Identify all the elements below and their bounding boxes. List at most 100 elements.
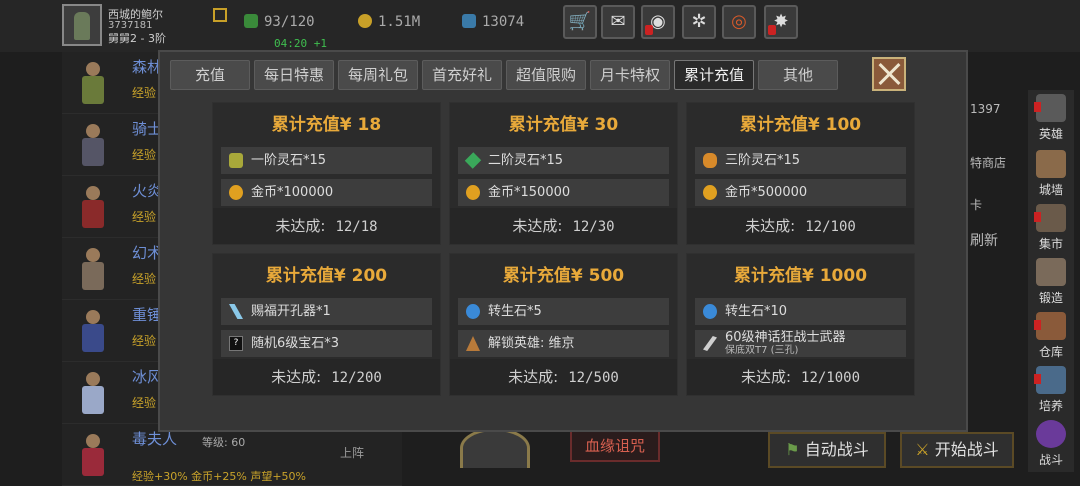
- reward-item[interactable]: 一阶灵石*15: [221, 147, 432, 174]
- color-wheel-icon: ◎: [731, 11, 747, 32]
- mail-button[interactable]: ✉: [601, 5, 635, 39]
- hero-exp: 经验: [132, 396, 157, 410]
- reward-item-text: 60级神话狂战士武器: [725, 330, 846, 345]
- edit-icon[interactable]: [213, 8, 227, 22]
- wheel-button[interactable]: ◎: [722, 5, 756, 39]
- menu-hero-button[interactable]: 英雄: [1028, 90, 1074, 146]
- hero-exp: 经验: [132, 210, 157, 224]
- notification-dot: [1034, 212, 1041, 222]
- emblem-icon[interactable]: [460, 428, 530, 468]
- lightning-icon: [244, 14, 258, 28]
- gold-coin-icon: [229, 185, 243, 200]
- status-label: 未达成:: [512, 217, 563, 235]
- hero-exp: 经验: [132, 272, 157, 286]
- auto-battle-button[interactable]: ⚑ 自动战斗: [768, 432, 886, 468]
- menu-forge-button[interactable]: 锻造: [1028, 254, 1074, 310]
- status-label: 未达成:: [275, 217, 326, 235]
- tab-cumulative-recharge[interactable]: 累计充值: [674, 60, 754, 90]
- shop-cart-button[interactable]: 🛒: [563, 5, 597, 39]
- portal-icon: [1036, 420, 1066, 448]
- start-battle-button[interactable]: ⚔ 开始战斗: [900, 432, 1014, 468]
- side-number: 1397: [970, 102, 1001, 116]
- hero-bonus: 经验+30% 金币+25% 声望+50%: [132, 470, 306, 483]
- gamepad-button[interactable]: ◉: [641, 5, 675, 39]
- reward-grid: 累计充值¥ 18 一阶灵石*15 金币*100000 未达成: 12/18 累计充…: [212, 102, 916, 396]
- status-label: 未达成:: [271, 368, 322, 386]
- reward-item[interactable]: 60级神话狂战士武器 保底双T7 (三孔): [695, 330, 906, 357]
- reward-item[interactable]: 金币*100000: [221, 179, 432, 206]
- status-label: 未达成:: [745, 217, 796, 235]
- reward-item[interactable]: 二阶灵石*15: [458, 147, 669, 174]
- gold-value: 1.51M: [378, 14, 421, 30]
- gold-coin-icon: [466, 185, 480, 200]
- cart-icon: 🛒: [568, 11, 592, 32]
- top-bar: 西城的鲍尔 3737181 舅舅2 - 3阶 93/120 04:20 +1 1…: [0, 0, 1080, 52]
- bloodline-curse-button[interactable]: 血缘诅咒: [570, 430, 660, 462]
- side-card-label: 卡: [970, 198, 983, 212]
- refresh-button[interactable]: 刷新: [970, 230, 998, 250]
- progress-value: 12/100: [805, 219, 856, 235]
- hero-level: 等级: 60: [202, 436, 246, 449]
- modal-tabs: 充值 每日特惠 每周礼包 首充好礼 超值限购 月卡特权 累计充值 其他: [170, 60, 838, 92]
- player-avatar[interactable]: [62, 4, 102, 46]
- reward-card: 累计充值¥ 18 一阶灵石*15 金币*100000 未达成: 12/18: [212, 102, 441, 245]
- progress-value: 12/200: [331, 370, 382, 386]
- menu-label: 培养: [1038, 399, 1063, 413]
- menu-market-button[interactable]: 集市: [1028, 200, 1074, 256]
- tab-limited-offer[interactable]: 超值限购: [506, 60, 586, 90]
- player-rank: 舅舅2 - 3阶: [108, 32, 166, 45]
- weapon-icon: [703, 336, 717, 351]
- hero-sprite: [74, 430, 114, 480]
- status-label: 未达成:: [740, 368, 792, 386]
- stamina-timer: 04:20 +1: [274, 37, 327, 50]
- hero-row[interactable]: 毒夫人 等级: 60 经验+30% 金币+25% 声望+50% 上阵: [62, 424, 402, 486]
- deploy-button[interactable]: 上阵: [340, 444, 364, 461]
- reward-item-text: 赐福开孔器*1: [251, 304, 331, 319]
- menu-label: 集市: [1038, 237, 1063, 251]
- menu-train-button[interactable]: 培养: [1028, 362, 1074, 418]
- event-button[interactable]: ✸: [764, 5, 798, 39]
- card-title: 累计充值¥ 18: [271, 115, 382, 135]
- tab-weekly-pack[interactable]: 每周礼包: [338, 60, 418, 90]
- reward-item[interactable]: ? 随机6级宝石*3: [221, 330, 432, 357]
- hero-sprite: [74, 306, 114, 356]
- hero-sprite: [74, 58, 114, 108]
- tab-monthly-card[interactable]: 月卡特权: [590, 60, 670, 90]
- progress-value: 12/1000: [801, 370, 861, 386]
- gem-stat: 13074: [462, 14, 524, 30]
- reward-item[interactable]: 转生石*5: [458, 298, 669, 325]
- recharge-modal: 充值 每日特惠 每周礼包 首充好礼 超值限购 月卡特权 累计充值 其他 累计充值…: [158, 50, 968, 432]
- menu-wall-button[interactable]: 城墙: [1028, 146, 1074, 202]
- settings-button[interactable]: ✲: [682, 5, 716, 39]
- notification-dot: [768, 25, 776, 35]
- progress-status: 未达成: 12/18: [213, 208, 440, 244]
- reward-item-text: 金币*150000: [488, 185, 571, 200]
- socket-drill-icon: [229, 304, 243, 319]
- reward-item-text: 三阶灵石*15: [725, 153, 801, 168]
- tab-daily-deals[interactable]: 每日特惠: [254, 60, 334, 90]
- menu-battle-button[interactable]: 战斗: [1028, 416, 1074, 472]
- hero-exp: 经验: [132, 148, 157, 162]
- reward-item[interactable]: 金币*150000: [458, 179, 669, 206]
- reward-item[interactable]: 转生石*10: [695, 298, 906, 325]
- tab-first-recharge[interactable]: 首充好礼: [422, 60, 502, 90]
- hero-sprite: [74, 120, 114, 170]
- reward-item-text: 二阶灵石*15: [488, 153, 564, 168]
- reward-item[interactable]: 解锁英雄: 维京: [458, 330, 669, 357]
- progress-status: 未达成: 12/30: [450, 208, 677, 244]
- reward-item-text: 金币*500000: [725, 185, 808, 200]
- reward-card: 累计充值¥ 30 二阶灵石*15 金币*150000 未达成: 12/30: [449, 102, 678, 245]
- card-title: 累计充值¥ 100: [739, 115, 862, 135]
- reward-item[interactable]: 三阶灵石*15: [695, 147, 906, 174]
- close-button[interactable]: [872, 57, 906, 91]
- side-shop-label[interactable]: 特商店: [970, 154, 1006, 171]
- tab-recharge[interactable]: 充值: [170, 60, 250, 90]
- reward-item[interactable]: 赐福开孔器*1: [221, 298, 432, 325]
- menu-storage-button[interactable]: 仓库: [1028, 308, 1074, 364]
- tab-other[interactable]: 其他: [758, 60, 838, 90]
- reward-item-text: 解锁英雄: 维京: [488, 336, 575, 351]
- notification-dot: [1034, 320, 1041, 330]
- reward-card: 累计充值¥ 1000 转生石*10 60级神话狂战士武器 保底双T7 (三孔) 未…: [686, 253, 915, 396]
- reward-item[interactable]: 金币*500000: [695, 179, 906, 206]
- wall-icon: [1036, 150, 1066, 178]
